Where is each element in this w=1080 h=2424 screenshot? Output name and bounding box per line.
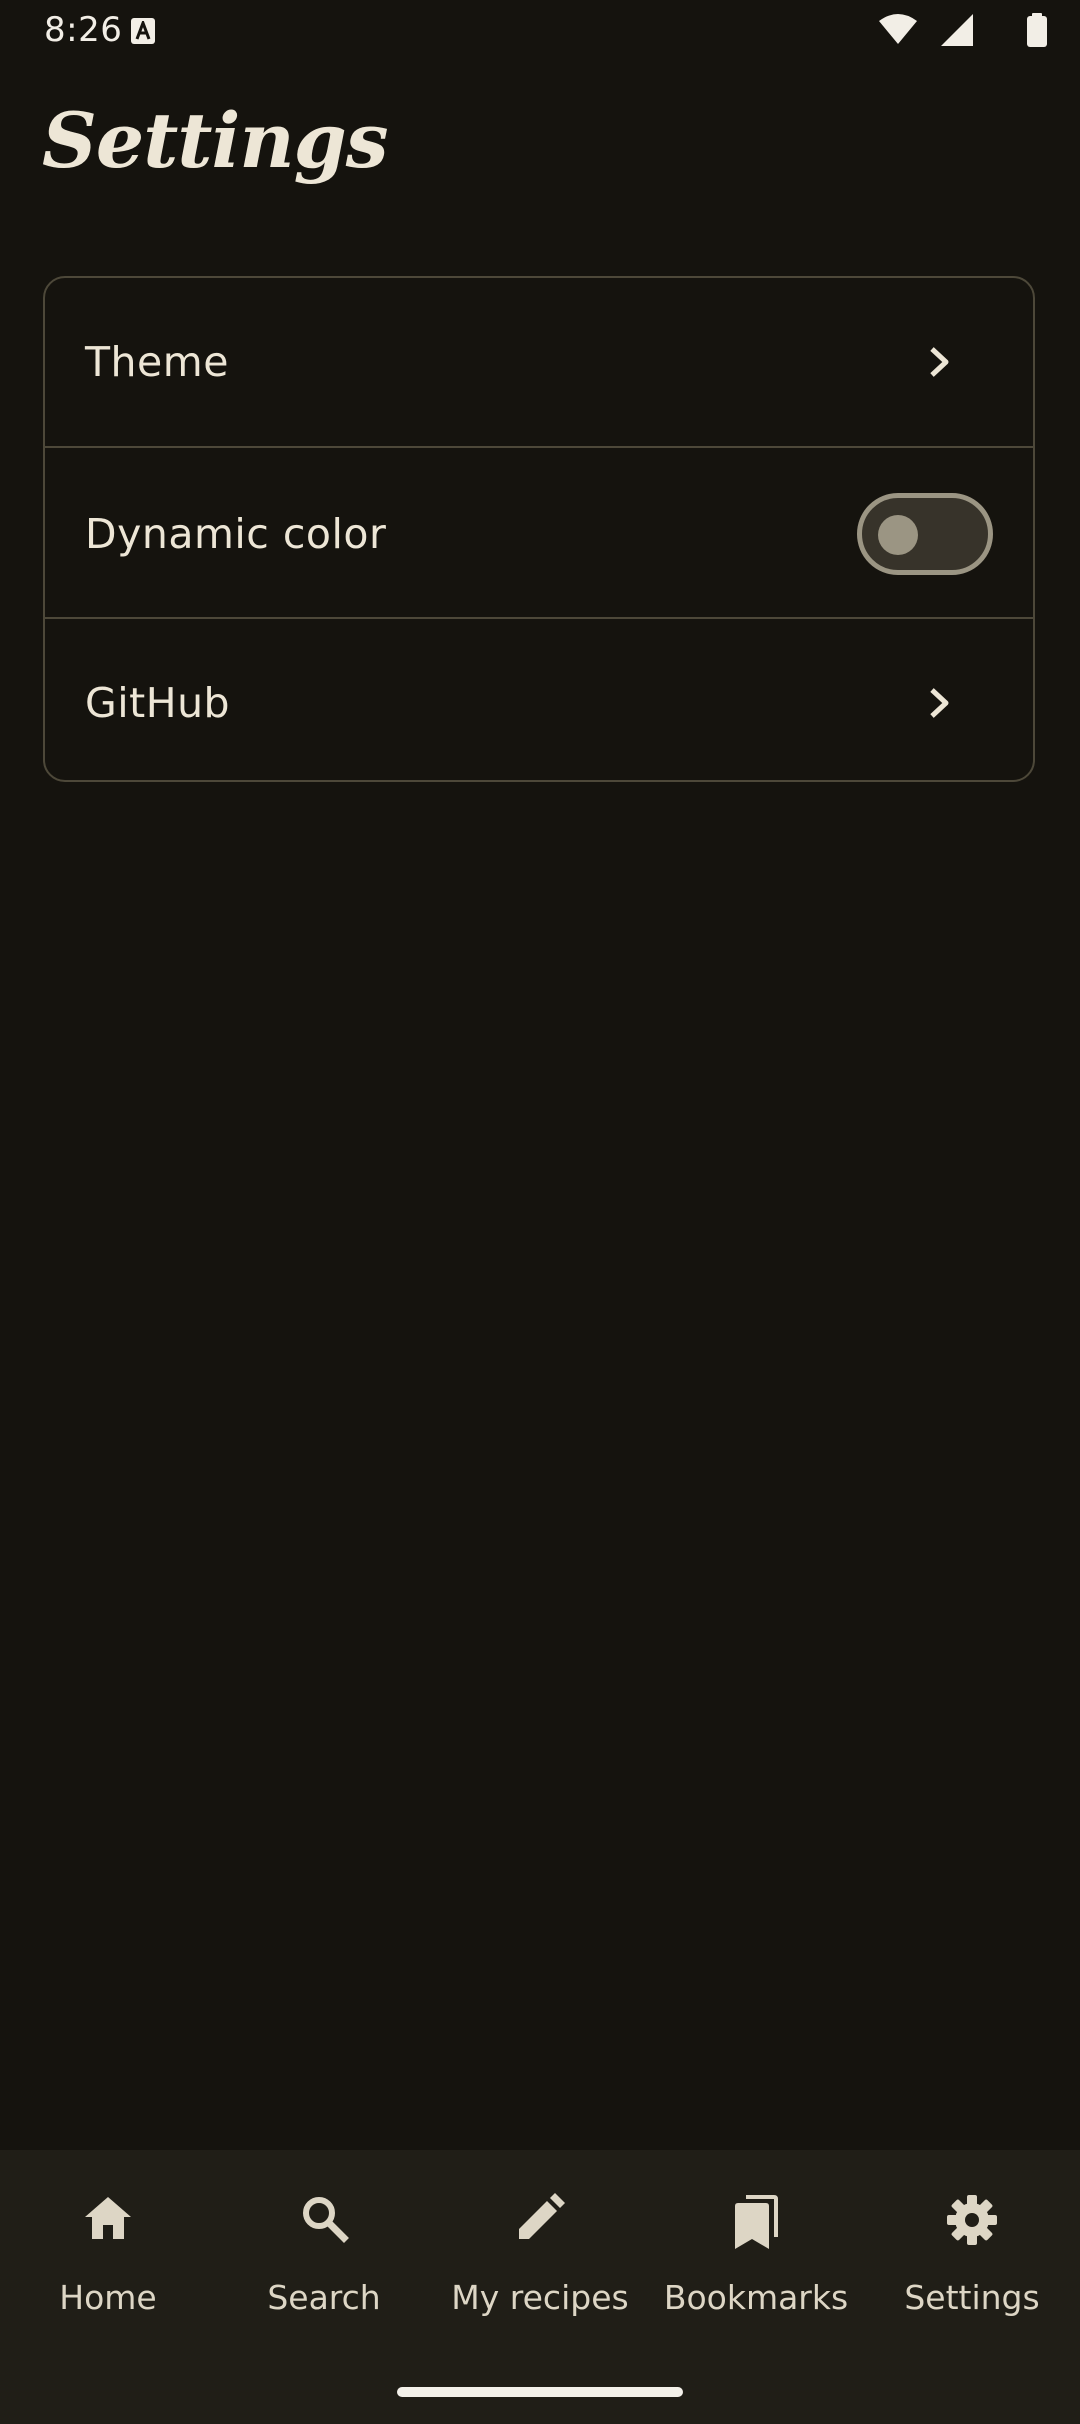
bookmarks-icon [735, 2195, 778, 2249]
settings-list: Theme Dynamic color GitHub [43, 276, 1035, 782]
settings-item-label: Dynamic color [85, 509, 387, 558]
toggle-knob [878, 514, 918, 555]
home-indicator[interactable] [397, 2387, 683, 2397]
nav-item-settings[interactable]: Settings [864, 2150, 1080, 2350]
settings-item-dynamic-color[interactable]: Dynamic color [45, 446, 1033, 619]
chevron-right-icon [930, 687, 949, 718]
page-title: Settings [42, 96, 389, 185]
search-icon [303, 2197, 349, 2243]
wifi-icon [879, 14, 917, 44]
nav-label: Settings [904, 2278, 1040, 2317]
settings-item-theme[interactable]: Theme [45, 278, 1033, 446]
status-time: 8:26 [44, 10, 123, 50]
signal-icon [941, 14, 973, 46]
app-notification-icon [131, 18, 155, 44]
nav-item-search[interactable]: Search [216, 2150, 432, 2350]
status-bar: 8:26 [0, 0, 1080, 62]
nav-label: Search [267, 2278, 381, 2317]
settings-item-label: Theme [85, 338, 229, 386]
nav-item-bookmarks[interactable]: Bookmarks [648, 2150, 864, 2350]
nav-item-my-recipes[interactable]: My recipes [432, 2150, 648, 2350]
nav-item-home[interactable]: Home [0, 2150, 216, 2350]
nav-label: My recipes [451, 2278, 629, 2317]
settings-item-label: GitHub [85, 678, 231, 727]
chevron-right-icon [930, 347, 949, 377]
bottom-navigation: Home Search My recipes Bookmarks Setting… [0, 2150, 1080, 2424]
settings-item-github[interactable]: GitHub [45, 617, 1033, 780]
nav-label: Bookmarks [663, 2278, 849, 2317]
battery-icon [1027, 13, 1047, 47]
nav-label: Home [59, 2278, 157, 2317]
gear-icon [947, 2195, 997, 2245]
home-icon [85, 2197, 131, 2239]
pencil-icon [519, 2193, 565, 2239]
dynamic-color-toggle[interactable] [857, 492, 993, 575]
